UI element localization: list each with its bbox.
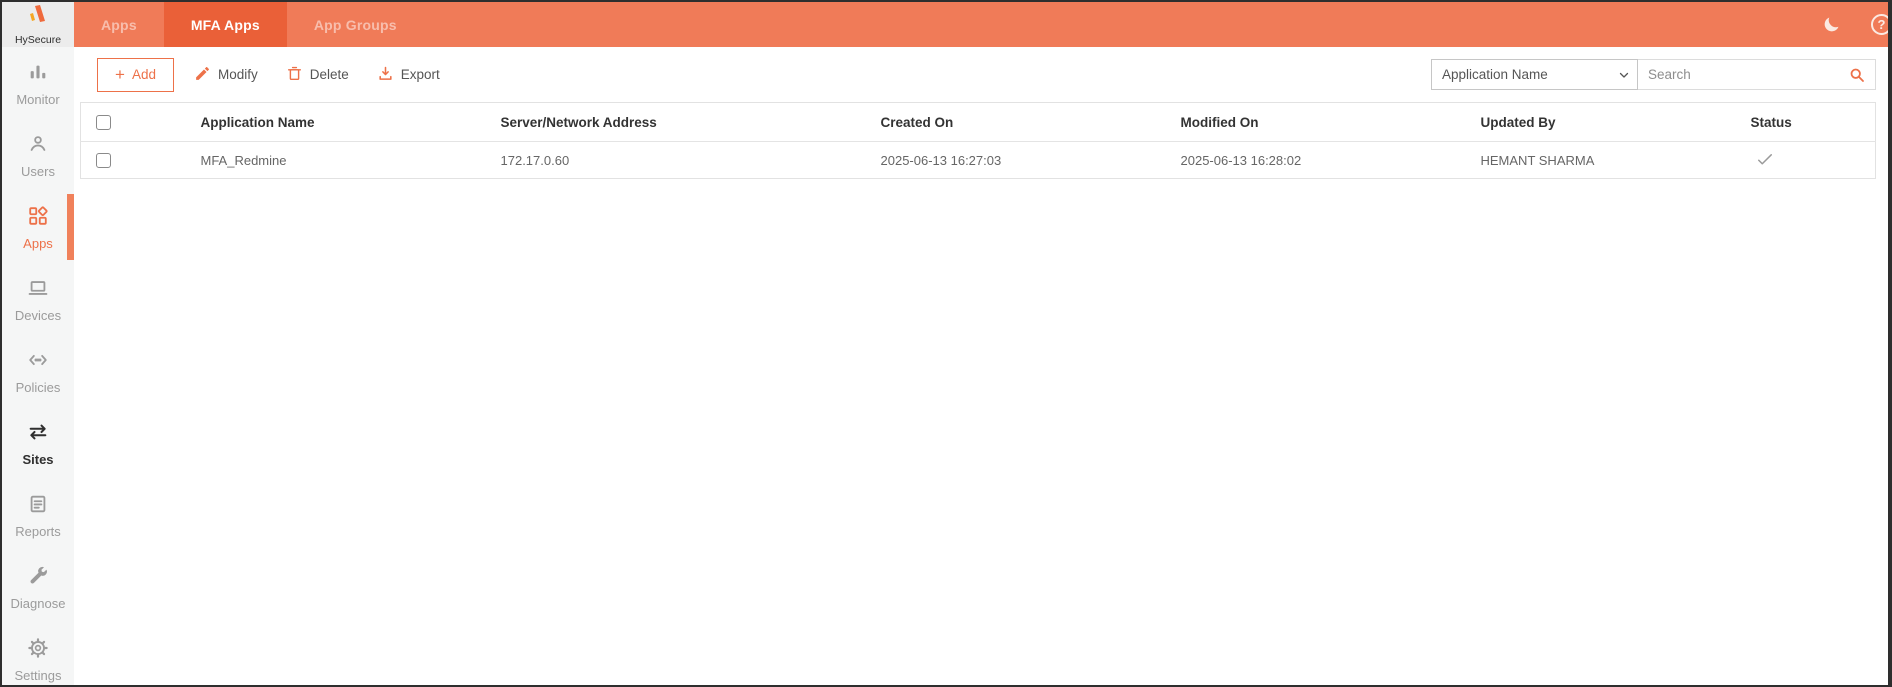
plus-icon: + [115,65,125,84]
status-check-icon [1755,153,1775,172]
sidebar-item-monitor[interactable]: Monitor [2,47,74,119]
tab-apps[interactable]: Apps [74,2,164,47]
sidebar-item-users[interactable]: Users [2,119,74,191]
wrench-icon [27,565,49,592]
row-checkbox[interactable] [96,152,111,168]
sidebar-item-devices[interactable]: Devices [2,263,74,335]
column-header-status: Status [1710,102,1876,142]
topbar: Apps MFA Apps App Groups ? [74,2,1888,47]
table-row[interactable]: MFA_Redmine 172.17.0.60 2025-06-13 16:27… [80,141,1876,179]
trash-icon [286,65,303,85]
topbar-actions: ? [1822,2,1888,47]
table-header-row: Application Name Server/Network Address … [80,102,1876,142]
sidebar-item-apps[interactable]: Apps [2,191,74,263]
search-input[interactable] [1638,67,1848,82]
export-button[interactable]: Export [377,65,440,85]
modify-button-label: Modify [217,67,258,82]
sidebar-item-reports[interactable]: Reports [2,479,74,551]
sidebar-item-sites[interactable]: Sites [2,407,74,479]
filter-area: Application Name [1431,59,1876,90]
sidebar-item-label: Diagnose [10,595,66,611]
cell-modified-on: 2025-06-13 16:28:02 [1140,141,1441,179]
search-icon[interactable] [1848,66,1875,84]
sidebar-item-diagnose[interactable]: Diagnose [2,551,74,623]
sidebar-item-label: Devices [14,307,62,323]
sidebar-item-settings[interactable]: Settings [2,623,74,685]
tab-mfa-apps[interactable]: MFA Apps [163,2,287,47]
hysecure-logo[interactable]: HySecure [2,2,74,47]
sidebar-item-label: Settings [14,667,62,683]
delete-button-label: Delete [309,67,349,82]
code-brackets-icon [27,349,49,376]
cell-application-name: MFA_Redmine [160,141,461,179]
toolbar: + Add Modify Delete Export Application N… [74,47,1888,102]
gear-icon [27,637,49,664]
cell-server-address: 172.17.0.60 [460,141,841,179]
sidebar: HySecure Monitor Users Apps Devices Poli… [2,2,74,685]
column-header-modified-on: Modified On [1140,102,1441,142]
sidebar-item-label: Policies [15,379,61,395]
report-doc-icon [27,493,49,520]
sidebar-item-label: Sites [22,451,54,467]
app-window: HySecure Monitor Users Apps Devices Poli… [0,0,1892,687]
download-icon [377,65,394,85]
sidebar-item-label: Users [21,163,55,179]
mfa-apps-table: Application Name Server/Network Address … [80,102,1876,179]
search-field-select-wrap: Application Name [1431,59,1638,90]
cell-created-on: 2025-06-13 16:27:03 [840,141,1141,179]
sidebar-item-label: Apps [23,235,53,251]
export-button-label: Export [400,67,440,82]
cell-updated-by: HEMANT SHARMA [1440,141,1711,179]
help-icon[interactable]: ? [1871,14,1888,35]
tab-app-groups[interactable]: App Groups [287,2,424,47]
search-box [1638,59,1876,90]
sidebar-item-label: Reports [15,523,61,539]
dark-mode-moon-icon[interactable] [1822,15,1841,34]
column-header-server-address: Server/Network Address [460,102,841,142]
sidebar-item-label: Monitor [16,91,60,107]
modify-button[interactable]: Modify [194,65,258,85]
sidebar-nav: Monitor Users Apps Devices Policies Site… [2,47,74,685]
user-icon [27,133,49,160]
add-button[interactable]: + Add [97,57,174,92]
delete-button[interactable]: Delete [286,65,349,85]
bar-chart-icon [27,61,49,88]
column-header-application-name: Application Name [160,102,461,142]
add-button-label: Add [131,67,156,82]
laptop-icon [27,277,49,304]
pencil-icon [194,65,211,85]
sidebar-item-policies[interactable]: Policies [2,335,74,407]
swap-arrows-icon [27,421,49,448]
search-field-select[interactable]: Application Name [1432,60,1637,89]
hysecure-logo-icon [24,4,52,33]
column-header-created-on: Created On [840,102,1141,142]
logo-text: HySecure [14,33,62,46]
column-header-updated-by: Updated By [1440,102,1711,142]
select-all-checkbox[interactable] [96,114,111,130]
apps-grid-icon [27,205,49,232]
